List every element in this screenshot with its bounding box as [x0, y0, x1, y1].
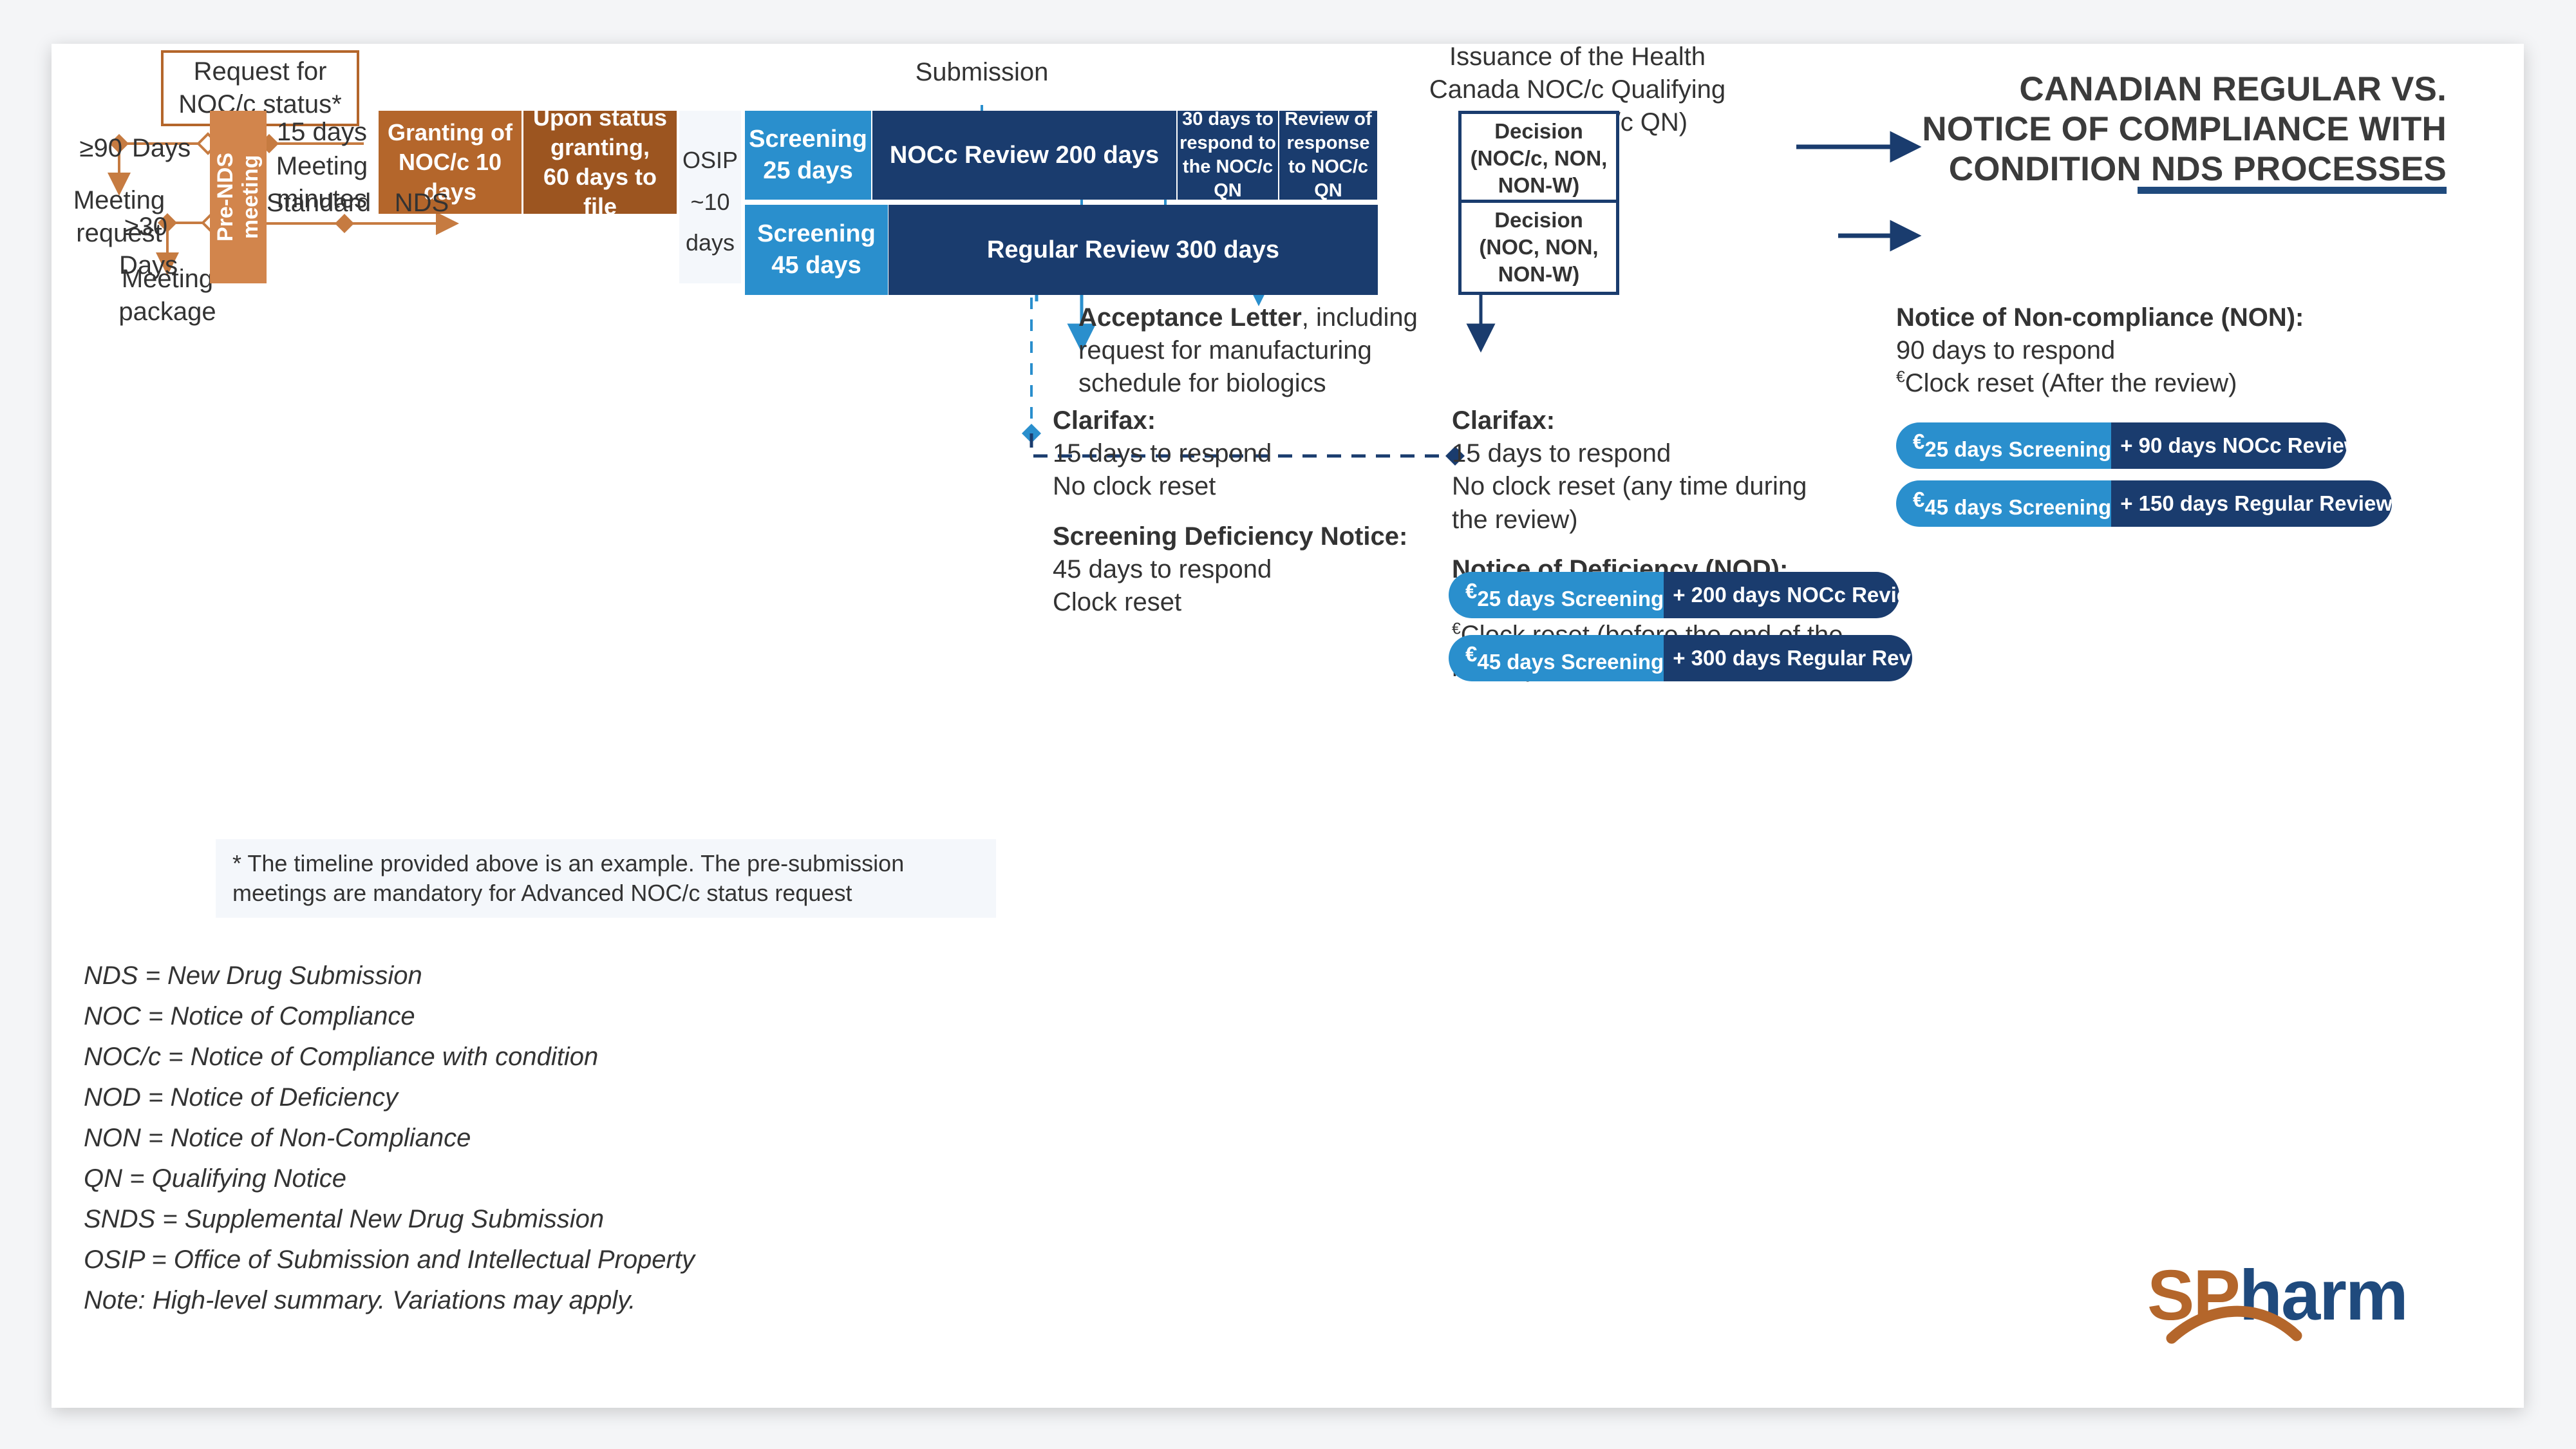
pill-nod-1-sup: € — [1465, 579, 1478, 603]
abbrev-item: QN = Qualifying Notice — [84, 1164, 346, 1193]
footnote-panel: * The timeline provided above is an exam… — [216, 839, 996, 918]
screening-deficiency-heading: Screening Deficiency Notice: — [1053, 522, 1408, 551]
non-block: Notice of Non-compliance (NON): 90 days … — [1896, 301, 2385, 401]
clarifax-left-line-1: 15 days to respond — [1053, 439, 1272, 468]
nocc-review-block[interactable]: NOCc Review 200 days — [872, 111, 1176, 200]
regular-screening-block[interactable]: Screening 45 days — [745, 205, 888, 295]
regular-review-block[interactable]: Regular Review 300 days — [888, 205, 1378, 295]
non-line-2: €Clock reset (After the review) — [1896, 367, 2385, 400]
clarifax-right-line-1: 15 days to respond — [1452, 439, 1671, 468]
pill-non-1-right: + 90 days NOCc Review — [2111, 422, 2347, 469]
abbrev-item: SNDS = Supplemental New Drug Submission — [84, 1205, 605, 1233]
pill-non-1-sup: € — [1913, 430, 1925, 453]
pill-nod-2-sup: € — [1465, 642, 1478, 666]
pill-nod-1-left: €25 days Screening — [1449, 572, 1664, 618]
osip-line-1: OSIP — [682, 147, 738, 173]
abbrev-item: NOD = Notice of Deficiency — [84, 1083, 398, 1112]
clarifax-right-line-3: the review) — [1452, 505, 1578, 534]
pill-nod-2[interactable]: €45 days Screening + 300 days Regular Re… — [1449, 635, 1912, 681]
acceptance-letter-note: Acceptance Letter, including request for… — [1078, 301, 1439, 401]
clarifax-left-line-2: No clock reset — [1053, 472, 1216, 501]
infographic-root: CANADIAN REGULAR VS. NOTICE OF COMPLIANC… — [0, 0, 2576, 1449]
non-line-1: 90 days to respond — [1896, 336, 2116, 365]
osip-line-2: ~10 — [690, 189, 730, 215]
osip-line-3: days — [685, 229, 735, 256]
pill-non-2-left: €45 days Screening — [1896, 480, 2112, 527]
screening-deficiency-line-2: Clock reset — [1053, 587, 1182, 616]
acceptance-letter-bold: Acceptance Letter — [1078, 303, 1302, 332]
non-line-2-text: Clock reset (After the review) — [1904, 369, 2237, 398]
pill-nod-1-left-text: 25 days Screening — [1477, 587, 1664, 611]
pill-non-2-sup: € — [1913, 488, 1925, 511]
nod-euro-sup: € — [1452, 620, 1461, 638]
pill-non-2-left-text: 45 days Screening — [1924, 495, 2112, 519]
abbrev-item: NOC = Notice of Compliance — [84, 1002, 415, 1030]
non-euro-sup: € — [1896, 369, 1905, 387]
pill-non-2[interactable]: €45 days Screening + 150 days Regular Re… — [1896, 480, 2392, 527]
spharm-logo[interactable]: SPharm — [2147, 1255, 2418, 1351]
abbrev-item: NOC/c = Notice of Compliance with condit… — [84, 1043, 599, 1071]
non-heading: Notice of Non-compliance (NON): — [1896, 303, 2304, 332]
pill-nod-2-left: €45 days Screening — [1449, 635, 1664, 681]
pill-nod-1-right: + 200 days NOCc Review — [1664, 572, 1899, 618]
pill-nod-2-left-text: 45 days Screening — [1477, 650, 1664, 674]
ge30-value: ≥30 — [124, 213, 167, 241]
pill-non-1-left: €25 days Screening — [1896, 422, 2112, 469]
abbrev-item: NDS = New Drug Submission — [84, 961, 422, 990]
abbrev-item: NON = Notice of Non-Compliance — [84, 1124, 471, 1152]
clarifax-left-heading: Clarifax: — [1053, 406, 1156, 435]
clarifax-right-line-2: No clock reset (any time during — [1452, 472, 1807, 501]
footnote-text: * The timeline provided above is an exam… — [232, 849, 905, 906]
pill-non-2-right: + 150 days Regular Review — [2111, 480, 2392, 527]
nocc-respond-block[interactable]: 30 days to respond to the NOC/c QN — [1178, 109, 1278, 201]
clarifax-left-block: Clarifax: 15 days to respond No clock re… — [1053, 404, 1413, 619]
pill-nod-2-right: + 300 days Regular Review — [1664, 635, 1912, 681]
abbreviations-list: NDS = New Drug Submission NOC = Notice o… — [84, 961, 985, 1327]
fifteen-days-label: 15 days — [276, 118, 368, 146]
infographic-card: CANADIAN REGULAR VS. NOTICE OF COMPLIANC… — [52, 43, 2524, 1408]
screening-deficiency-line-1: 45 days to respond — [1053, 554, 1272, 583]
abbrev-item: OSIP = Office of Submission and Intellec… — [84, 1245, 695, 1274]
upon-status-granting-block[interactable]: Upon status granting, 60 days to file — [523, 104, 677, 220]
pill-non-2-right-text: + 150 days Regular Review — [2120, 491, 2392, 515]
logo-swoosh-icon — [2166, 1305, 2302, 1344]
pill-non-1-left-text: 25 days Screening — [1924, 437, 2112, 461]
pill-nod-1-right-text: + 200 days NOCc Review — [1673, 583, 1899, 607]
abbrev-item: Note: High-level summary. Variations may… — [84, 1286, 636, 1314]
nocc-decision-box[interactable]: Decision (NOC/c, NON, NON-W) — [1458, 111, 1619, 206]
ge90-value: ≥90 — [79, 134, 122, 162]
nds-label: NDS — [394, 189, 449, 217]
pill-non-1[interactable]: €25 days Screening + 90 days NOCc Review — [1896, 422, 2347, 469]
nocc-screening-block[interactable]: Screening 25 days — [745, 111, 871, 200]
pill-nod-1[interactable]: €25 days Screening + 200 days NOCc Revie… — [1449, 572, 1899, 618]
pill-non-1-right-text: + 90 days NOCc Review — [2120, 433, 2347, 457]
pill-nod-2-right-text: + 300 days Regular Review — [1673, 646, 1912, 670]
clarifax-right-heading: Clarifax: — [1452, 406, 1556, 435]
regular-decision-box[interactable]: Decision (NOC, NON, NON-W) — [1458, 200, 1619, 295]
ge90-days-label: Days — [132, 134, 191, 162]
nocc-review-response-block[interactable]: Review of response to NOC/c QN — [1279, 109, 1377, 201]
